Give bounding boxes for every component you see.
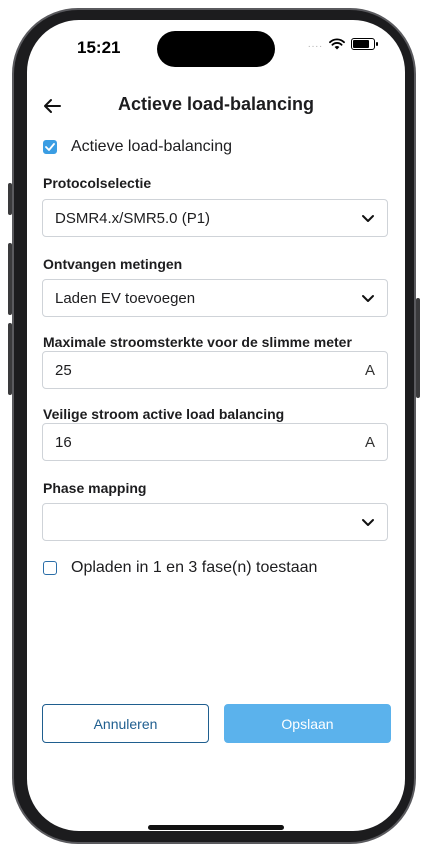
dynamic-island	[157, 31, 275, 67]
side-button	[416, 298, 420, 398]
phase-charging-toggle[interactable]: Opladen in 1 en 3 fase(n) toestaan	[43, 559, 317, 577]
protocol-select[interactable]: DSMR4.x/SMR5.0 (P1)	[42, 199, 388, 237]
received-value: Laden EV toevoegen	[55, 289, 196, 307]
max-current-label: Maximale stroomsterkte voor de slimme me…	[43, 334, 352, 350]
safe-current-label: Veilige stroom active load balancing	[43, 406, 285, 422]
side-button	[8, 323, 12, 395]
safe-current-unit: A	[364, 433, 375, 451]
received-select[interactable]: Laden EV toevoegen	[42, 279, 388, 317]
max-current-value: 25	[55, 361, 72, 379]
signal-icon: ....	[307, 38, 323, 50]
battery-icon	[351, 38, 378, 50]
home-indicator[interactable]	[148, 825, 284, 830]
checkbox-checked-icon[interactable]	[43, 140, 57, 154]
safe-current-input[interactable]: 16 A	[42, 423, 388, 461]
chevron-down-icon	[362, 215, 374, 222]
active-load-balancing-toggle[interactable]: Actieve load-balancing	[43, 138, 232, 156]
status-icons: ....	[307, 38, 378, 50]
save-button[interactable]: Opslaan	[224, 704, 391, 743]
cancel-button[interactable]: Annuleren	[42, 704, 209, 743]
side-button	[8, 243, 12, 315]
side-button	[8, 183, 12, 215]
phase-toggle-label: Opladen in 1 en 3 fase(n) toestaan	[71, 559, 318, 576]
active-toggle-label: Actieve load-balancing	[71, 138, 232, 155]
chevron-down-icon	[362, 295, 374, 302]
checkbox-unchecked-icon[interactable]	[43, 561, 57, 575]
page-title: Actieve load-balancing	[117, 94, 315, 114]
safe-current-value: 16	[55, 433, 72, 451]
chevron-down-icon	[362, 519, 374, 526]
max-current-unit: A	[364, 361, 375, 379]
received-label: Ontvangen metingen	[43, 256, 183, 272]
phase-mapping-label: Phase mapping	[43, 480, 147, 496]
protocol-label: Protocolselectie	[43, 175, 152, 191]
wifi-icon	[329, 38, 345, 50]
protocol-value: DSMR4.x/SMR5.0 (P1)	[55, 209, 211, 227]
phase-mapping-select[interactable]	[42, 503, 388, 541]
app-screen: 15:21 .... Actieve load-balancing Actiev…	[27, 20, 405, 831]
max-current-input[interactable]: 25 A	[42, 351, 388, 389]
status-time: 15:21	[77, 38, 121, 57]
page-header: Actieve load-balancing	[27, 92, 405, 122]
